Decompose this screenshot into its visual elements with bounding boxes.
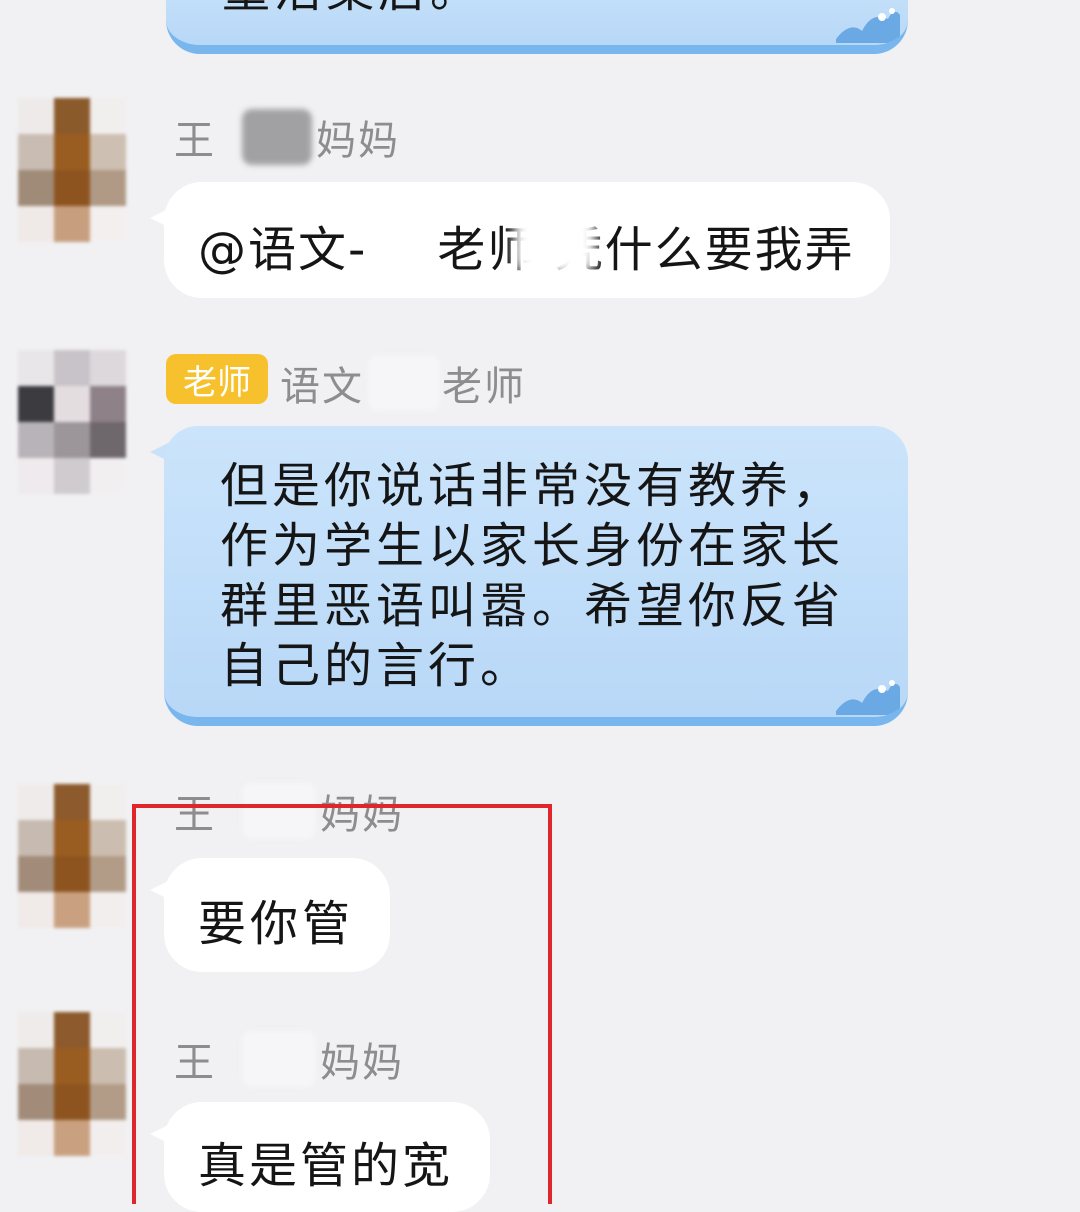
avatar[interactable] — [18, 98, 126, 242]
message-line: 作为学生以家长身份在家长 — [220, 518, 845, 574]
message-text: 童活案居。 — [222, 0, 482, 20]
message-bubble[interactable]: 但是你说话非常没有教养， 作为学生以家长身份在家长 群里恶语叫嚣。希望你反省 自… — [164, 426, 908, 726]
redaction-mask — [514, 204, 596, 274]
wave-decoration-icon — [836, 680, 900, 715]
avatar[interactable] — [18, 350, 126, 494]
message-line: 群里恶语叫嚣。希望你反省 — [220, 578, 845, 634]
message-bubble-top[interactable]: 童活案居。 — [166, 0, 908, 54]
message-line: 自己的言行。 — [220, 638, 533, 694]
message-line: 但是你说话非常没有教养， — [220, 458, 845, 514]
avatar[interactable] — [18, 1012, 126, 1156]
highlight-box — [132, 804, 552, 1204]
redaction-mask — [242, 109, 312, 165]
avatar[interactable] — [18, 784, 126, 928]
redaction-mask — [368, 355, 440, 411]
message-bubble[interactable]: @语文- 老师 凭什么要我弄 — [164, 182, 890, 298]
teacher-badge: 老师 — [166, 354, 268, 404]
wave-decoration-icon — [836, 8, 900, 43]
sender-name: 王 妈妈 — [174, 108, 400, 166]
sender-name: 语文 老师 — [280, 354, 526, 412]
